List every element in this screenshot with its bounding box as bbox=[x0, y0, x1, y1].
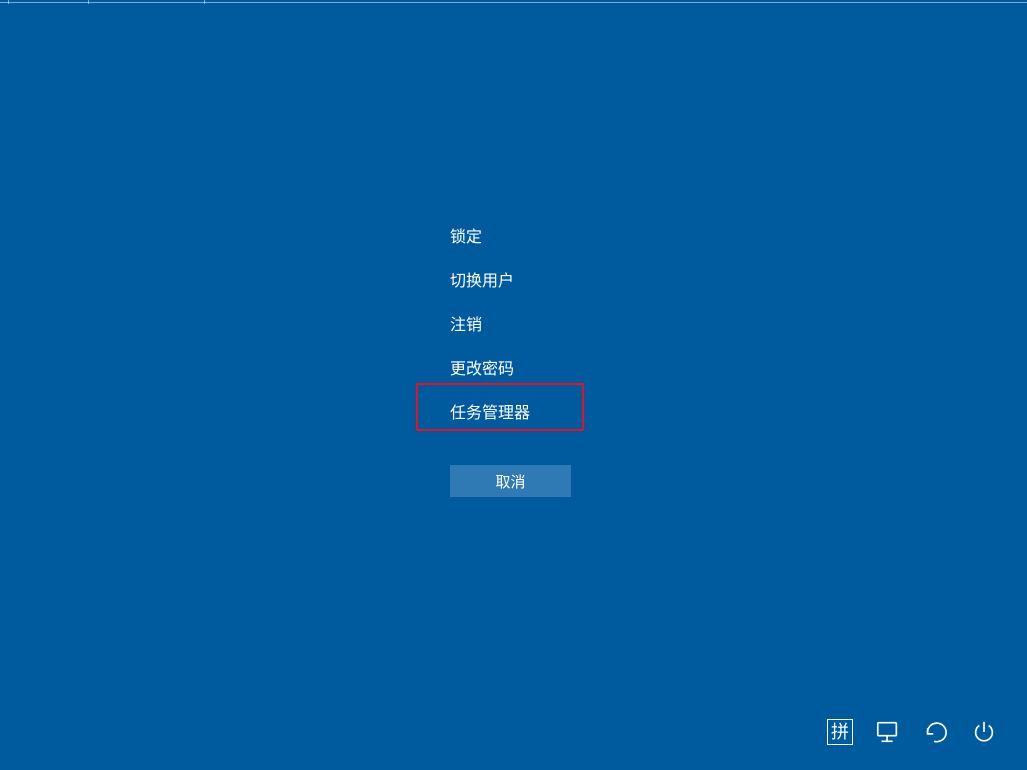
bottom-icon-bar: 拼 bbox=[827, 719, 997, 745]
top-border-line bbox=[0, 2, 1027, 3]
option-task-manager[interactable]: 任务管理器 bbox=[450, 403, 530, 425]
top-tick bbox=[204, 0, 205, 4]
ime-icon[interactable]: 拼 bbox=[827, 719, 853, 745]
network-icon[interactable] bbox=[875, 719, 901, 745]
cancel-button[interactable]: 取消 bbox=[450, 465, 571, 497]
option-lock[interactable]: 锁定 bbox=[450, 227, 530, 249]
option-change-password[interactable]: 更改密码 bbox=[450, 359, 530, 381]
option-sign-out[interactable]: 注销 bbox=[450, 315, 530, 337]
options-list: 锁定 切换用户 注销 更改密码 任务管理器 bbox=[450, 227, 530, 447]
top-tick bbox=[8, 0, 9, 4]
security-options-screen: 锁定 切换用户 注销 更改密码 任务管理器 取消 拼 bbox=[0, 0, 1027, 770]
power-icon[interactable] bbox=[971, 719, 997, 745]
option-switch-user[interactable]: 切换用户 bbox=[450, 271, 530, 293]
top-tick bbox=[88, 0, 89, 4]
ease-of-access-icon[interactable] bbox=[923, 719, 949, 745]
